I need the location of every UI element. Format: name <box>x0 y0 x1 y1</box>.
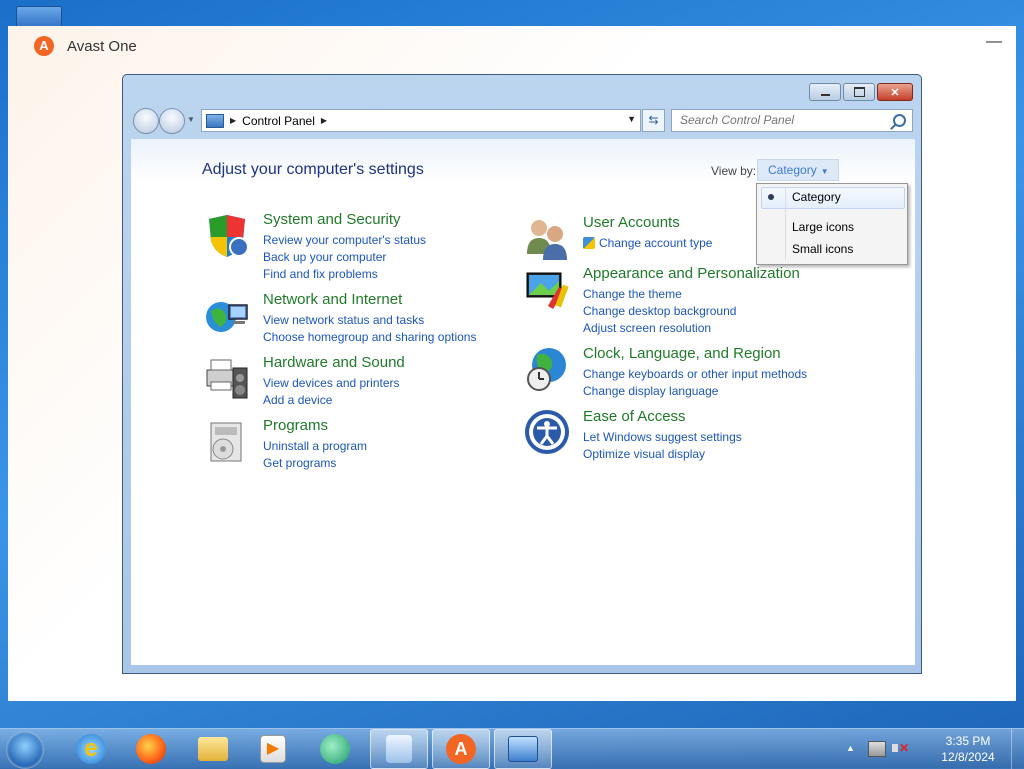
link-network-status[interactable]: View network status and tasks <box>263 313 424 327</box>
chevron-right-icon[interactable]: ▶ <box>321 116 327 125</box>
breadcrumb-control-panel[interactable]: Control Panel <box>242 114 315 128</box>
link-display-language[interactable]: Change display language <box>583 384 718 398</box>
taskbar: e ▶ A ▲ ✕ 3:35 PM 12/8/2024 <box>0 728 1024 769</box>
close-icon: ✕ <box>890 86 900 99</box>
taskbar-media-player[interactable]: ▶ <box>244 729 302 769</box>
avast-titlebar: A Avast One — <box>8 26 1016 68</box>
show-desktop-button[interactable] <box>1011 729 1024 769</box>
link-add-device[interactable]: Add a device <box>263 393 332 407</box>
category-title[interactable]: System and Security <box>263 211 401 228</box>
maximize-icon <box>853 87 865 97</box>
chevron-right-icon[interactable]: ▶ <box>230 116 236 125</box>
link-change-theme[interactable]: Change the theme <box>583 287 682 301</box>
forward-button[interactable] <box>159 108 185 134</box>
chat-app-icon <box>320 734 350 764</box>
view-by-menu: Category Large icons Small icons <box>756 183 908 265</box>
link-devices-printers[interactable]: View devices and printers <box>263 376 400 390</box>
view-by-dropdown[interactable]: Category ▼ <box>757 159 839 181</box>
link-change-account-type[interactable]: Change account type <box>583 236 712 250</box>
category-title[interactable]: Ease of Access <box>583 408 686 425</box>
taskbar-recycle-app[interactable] <box>370 729 428 769</box>
taskbar-firefox[interactable] <box>122 729 180 769</box>
internet-explorer-icon: e <box>76 734 106 764</box>
control-panel-window: ✕ ▼ ▶ Control Panel ▶ ▼ ⇆ Adjust your co… <box>122 74 922 674</box>
firefox-icon <box>136 734 166 764</box>
monitor-paint-icon[interactable] <box>523 265 571 313</box>
category-title[interactable]: Appearance and Personalization <box>583 265 800 282</box>
taskbar-control-panel[interactable] <box>494 729 552 769</box>
programs-icon[interactable] <box>203 417 251 465</box>
system-clock[interactable]: 3:35 PM 12/8/2024 <box>938 733 998 765</box>
menu-item-small-icons[interactable]: Small icons <box>792 242 853 256</box>
minimize-button[interactable] <box>809 83 841 101</box>
view-by-label: View by: <box>711 164 757 178</box>
link-keyboards-input[interactable]: Change keyboards or other input methods <box>583 367 807 381</box>
menu-item-large-icons[interactable]: Large icons <box>792 220 854 234</box>
search-icon[interactable] <box>893 114 906 127</box>
recent-pages-button[interactable]: ▼ <box>187 115 195 124</box>
control-panel-icon <box>206 113 224 128</box>
clock-date: 12/8/2024 <box>941 750 995 764</box>
link-back-up[interactable]: Back up your computer <box>263 250 386 264</box>
link-suggest-settings[interactable]: Let Windows suggest settings <box>583 430 742 444</box>
chevron-down-icon: ▼ <box>820 167 829 176</box>
link-optimize-visual[interactable]: Optimize visual display <box>583 447 705 461</box>
control-panel-icon <box>508 736 538 762</box>
view-by-value: Category <box>768 163 817 177</box>
uac-shield-icon <box>583 237 595 249</box>
printer-speaker-icon[interactable] <box>203 354 251 402</box>
address-dropdown-button[interactable]: ▼ <box>627 114 636 124</box>
menu-separator <box>785 188 786 260</box>
close-button[interactable]: ✕ <box>877 83 913 101</box>
link-uninstall-program[interactable]: Uninstall a program <box>263 439 367 453</box>
show-hidden-icons-button[interactable]: ▲ <box>846 743 855 753</box>
category-title[interactable]: Hardware and Sound <box>263 354 405 371</box>
users-icon[interactable] <box>523 214 571 262</box>
radio-bullet-icon <box>768 194 774 200</box>
ease-of-access-icon[interactable] <box>523 408 571 456</box>
link-screen-resolution[interactable]: Adjust screen resolution <box>583 321 711 335</box>
start-button[interactable] <box>6 731 44 769</box>
taskbar-file-explorer[interactable] <box>184 729 242 769</box>
link-desktop-background[interactable]: Change desktop background <box>583 304 736 318</box>
navigation-bar: ▼ ▶ Control Panel ▶ ▼ ⇆ <box>131 107 913 134</box>
clock-time: 3:35 PM <box>945 734 991 748</box>
category-title[interactable]: Network and Internet <box>263 291 402 308</box>
window-controls: ✕ <box>809 83 913 101</box>
page-title: Adjust your computer's settings <box>202 161 424 178</box>
avast-logo-icon: A <box>34 36 54 56</box>
shield-icon[interactable] <box>203 211 251 259</box>
address-bar[interactable]: ▶ Control Panel ▶ ▼ <box>201 109 641 132</box>
back-button[interactable] <box>133 108 159 134</box>
taskbar-internet-explorer[interactable]: e <box>62 729 120 769</box>
search-box[interactable] <box>671 109 913 132</box>
minimize-button[interactable]: — <box>986 34 1002 50</box>
category-title[interactable]: Clock, Language, and Region <box>583 345 781 362</box>
volume-muted-icon[interactable]: ✕ <box>892 741 909 755</box>
link-find-fix-problems[interactable]: Find and fix problems <box>263 267 378 281</box>
minimize-icon <box>820 94 830 96</box>
media-player-icon: ▶ <box>260 735 286 763</box>
link-get-programs[interactable]: Get programs <box>263 456 336 470</box>
avast-title: Avast One <box>67 38 137 55</box>
category-title[interactable]: User Accounts <box>583 214 680 231</box>
category-title[interactable]: Programs <box>263 417 328 434</box>
taskbar-avast[interactable]: A <box>432 729 490 769</box>
network-globe-icon[interactable] <box>203 291 251 339</box>
maximize-button[interactable] <box>843 83 875 101</box>
network-tray-icon[interactable] <box>868 741 886 757</box>
search-input[interactable] <box>678 112 882 128</box>
file-explorer-icon <box>198 737 228 761</box>
recycle-app-icon <box>386 735 412 763</box>
menu-item-category[interactable]: Category <box>792 190 841 204</box>
taskbar-chat-app[interactable] <box>306 729 364 769</box>
globe-clock-icon[interactable] <box>523 345 571 393</box>
link-label: Change account type <box>599 236 713 250</box>
refresh-button[interactable]: ⇆ <box>642 109 665 132</box>
link-review-status[interactable]: Review your computer's status <box>263 233 426 247</box>
avast-icon: A <box>446 734 476 764</box>
link-homegroup-sharing[interactable]: Choose homegroup and sharing options <box>263 330 476 344</box>
